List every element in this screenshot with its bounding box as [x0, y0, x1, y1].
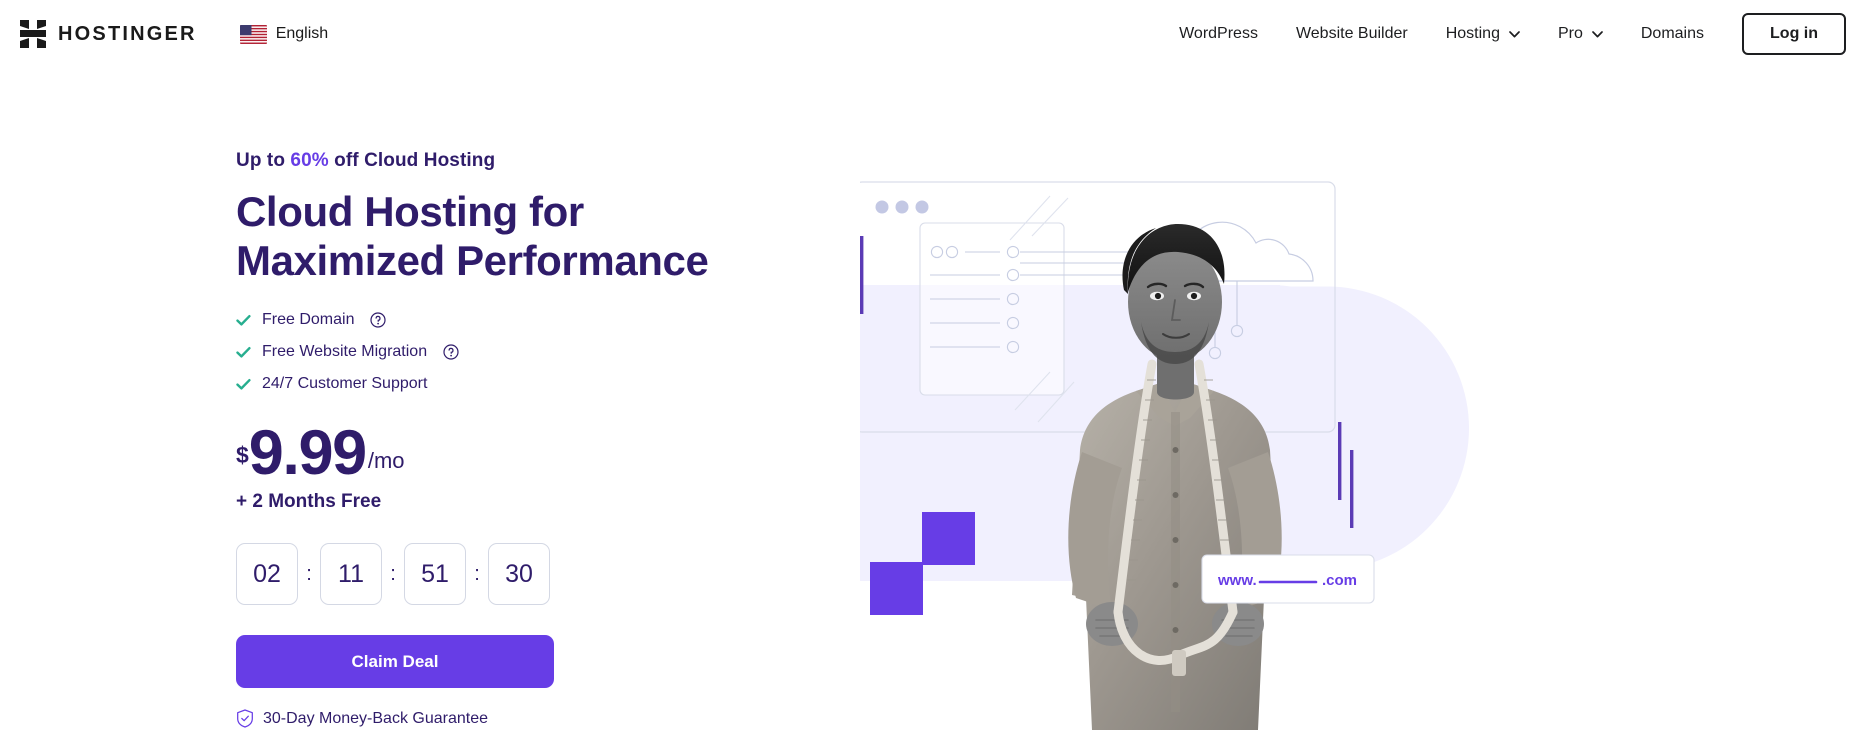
timer-days: 02	[236, 543, 298, 606]
timer-minutes: 51	[404, 543, 466, 606]
feature-item: Free Website Migration	[236, 343, 856, 361]
inner-card-graphic	[919, 222, 1065, 396]
feature-item: 24/7 Customer Support	[236, 375, 856, 393]
hero-illustration-svg: www. .com	[860, 181, 1469, 730]
us-flag-icon	[239, 24, 267, 44]
check-icon	[236, 314, 251, 326]
timer-separator: :	[390, 562, 396, 585]
price-currency: $	[236, 442, 249, 469]
brand-logo[interactable]: HOSTINGER	[20, 20, 197, 48]
check-icon	[236, 378, 251, 390]
nav-item-hosting[interactable]: Hosting	[1427, 25, 1539, 43]
nav-item-website-builder[interactable]: Website Builder	[1277, 25, 1427, 43]
page-title: Cloud Hosting for Maximized Performance	[236, 187, 856, 285]
headline-line-1: Cloud Hosting for	[236, 188, 584, 235]
chevron-down-icon	[1509, 30, 1520, 37]
feature-label: Free Website Migration	[262, 343, 428, 361]
url-prefix-text: www.	[1217, 572, 1257, 589]
login-button[interactable]: Log in	[1742, 13, 1846, 55]
claim-deal-button[interactable]: Claim Deal	[236, 635, 554, 689]
site-header: HOSTINGER English WordPress Website Buil…	[0, 0, 1869, 68]
brand-name: HOSTINGER	[58, 22, 197, 45]
eyebrow-post: off Cloud Hosting	[328, 150, 496, 171]
hero-illustration: www. .com	[860, 150, 1660, 730]
eyebrow-percent: 60%	[290, 150, 329, 171]
eyebrow-pre: Up to	[236, 150, 291, 171]
window-dot-1	[875, 200, 889, 214]
feature-item: Free Domain	[236, 311, 856, 329]
main-navigation: WordPress Website Builder Hosting Pro Do…	[1160, 13, 1869, 55]
url-bar-graphic: www. .com	[1201, 554, 1375, 604]
timer-separator: :	[306, 562, 312, 585]
guarantee-label: 30-Day Money-Back Guarantee	[263, 709, 488, 727]
purple-square-top	[922, 512, 975, 565]
bonus-months-label: + 2 Months Free	[236, 491, 382, 513]
nav-label: Website Builder	[1295, 25, 1408, 42]
window-dot-2	[895, 200, 909, 214]
feature-label: Free Domain	[262, 311, 355, 329]
language-label: English	[275, 25, 329, 42]
money-back-guarantee: 30-Day Money-Back Guarantee	[236, 709, 856, 729]
nav-item-wordpress[interactable]: WordPress	[1160, 25, 1277, 43]
timer-seconds: 30	[488, 543, 550, 606]
nav-label: WordPress	[1179, 25, 1258, 42]
check-icon	[236, 346, 251, 358]
nav-label: Domains	[1640, 25, 1705, 42]
url-suffix-text: .com	[1322, 572, 1357, 589]
headline-line-2: Maximized Performance	[236, 237, 709, 285]
nav-item-domains[interactable]: Domains	[1622, 25, 1723, 43]
help-circle-icon[interactable]	[443, 344, 459, 360]
nav-item-pro[interactable]: Pro	[1539, 25, 1622, 43]
chevron-down-icon	[1592, 30, 1603, 37]
price-amount: 9.99	[248, 418, 367, 489]
window-dot-3	[915, 200, 929, 214]
price-period: /mo	[367, 448, 405, 474]
feature-list: Free Domain Free Website Migration 24/7	[236, 311, 856, 393]
hero-eyebrow: Up to 60% off Cloud Hosting	[236, 150, 856, 172]
hostinger-logo-icon	[20, 20, 46, 48]
price-display: $ 9.99 /mo	[236, 418, 856, 489]
help-circle-icon[interactable]	[370, 312, 387, 328]
nav-label: Hosting	[1445, 25, 1500, 42]
countdown-timer: 02 : 11 : 51 : 30	[236, 543, 856, 606]
timer-separator: :	[474, 562, 480, 585]
shield-check-icon	[237, 709, 253, 729]
purple-square-bottom	[870, 562, 923, 615]
feature-label: 24/7 Customer Support	[262, 375, 428, 393]
hero-content: Up to 60% off Cloud Hosting Cloud Hostin…	[236, 150, 856, 729]
nav-label: Pro	[1557, 25, 1583, 42]
timer-hours: 11	[320, 543, 382, 606]
language-selector[interactable]: English	[239, 24, 329, 44]
